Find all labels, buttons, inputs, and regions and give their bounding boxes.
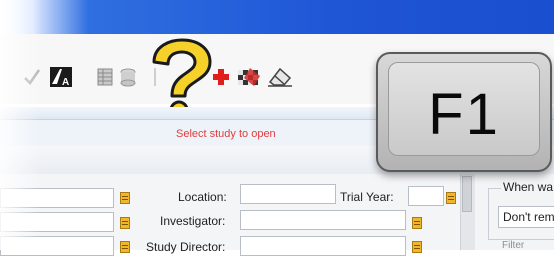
lookup-icon[interactable] [120, 217, 130, 229]
trial-year-field[interactable] [408, 186, 444, 206]
check-icon[interactable] [22, 66, 42, 88]
lookup-icon[interactable] [120, 192, 130, 204]
lookup-icon[interactable] [412, 241, 422, 253]
location-field[interactable] [240, 184, 336, 204]
options-panel: When wa Don't rem Filter [476, 174, 554, 251]
scrollbar-thumb[interactable] [462, 176, 472, 212]
lookup-icon[interactable] [446, 192, 456, 204]
add-icon[interactable] [210, 66, 232, 88]
dont-remember-field[interactable]: Don't rem [498, 206, 554, 228]
investigator-field[interactable] [240, 210, 406, 230]
study-field-1[interactable] [0, 188, 114, 208]
f1-key-overlay: F1 [376, 52, 552, 172]
study-director-label: Study Director: [146, 240, 226, 254]
lookup-icon[interactable] [120, 241, 130, 253]
f1-key-label: F1 [428, 82, 500, 147]
database-icon[interactable] [118, 66, 138, 88]
eraser-icon[interactable] [266, 66, 294, 88]
status-message: Select study to open [176, 128, 276, 140]
svg-text:A: A [62, 77, 69, 88]
trial-year-label: Trial Year: [340, 190, 394, 204]
f1-key-cap: F1 [388, 62, 540, 156]
grid-icon[interactable] [97, 66, 113, 88]
flag-icon[interactable] [236, 66, 262, 88]
study-field-2[interactable] [0, 212, 114, 232]
lookup-icon[interactable] [412, 217, 422, 229]
when-group-title: When wa [501, 180, 554, 194]
investigator-label: Investigator: [160, 214, 226, 228]
font-icon[interactable]: A [49, 66, 73, 88]
window-titlebar [0, 0, 554, 34]
filter-group-title: Filter [502, 240, 525, 251]
location-label: Location: [178, 190, 227, 204]
study-director-field[interactable] [240, 236, 406, 256]
study-field-3[interactable] [0, 236, 114, 256]
